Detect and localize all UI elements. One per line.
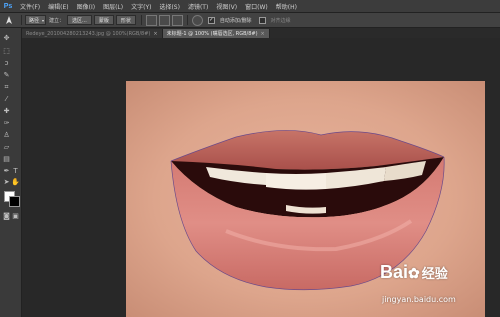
- quick-select-icon[interactable]: ✎: [2, 71, 11, 80]
- document-tabs: Redeye_201004280213243.jpg @ 100%(RGB/8#…: [22, 28, 500, 38]
- eraser-icon[interactable]: ▱: [2, 143, 11, 152]
- menu-edit[interactable]: 编辑(E): [44, 2, 72, 11]
- gradient-icon[interactable]: ▤: [2, 155, 11, 164]
- create-label: 建立：: [49, 17, 65, 24]
- menu-image[interactable]: 图像(I): [73, 2, 99, 11]
- background-color-swatch[interactable]: [9, 196, 20, 207]
- mask-button[interactable]: 蒙版: [93, 15, 114, 25]
- pen-tool-icon[interactable]: ✒: [2, 167, 11, 176]
- gear-icon[interactable]: [191, 14, 203, 26]
- marquee-icon[interactable]: ⬚: [2, 47, 11, 56]
- path-select-icon[interactable]: ➤: [2, 178, 11, 187]
- move-icon[interactable]: ✥: [2, 34, 11, 43]
- brush-icon[interactable]: ✑: [2, 119, 11, 128]
- options-bar: 路径 建立： 选区... 蒙版 形状 ✓ 自动添加/删除 对齐边缘: [0, 13, 500, 28]
- menu-help[interactable]: 帮助(H): [272, 2, 301, 11]
- pen-icon[interactable]: [0, 13, 18, 27]
- tab-redeye[interactable]: Redeye_201004280213243.jpg @ 100%(RGB/8#…: [22, 29, 163, 38]
- menu-window[interactable]: 窗口(W): [241, 2, 272, 11]
- menu-view[interactable]: 视图(V): [212, 2, 241, 11]
- align-edges-label: 对齐边缘: [270, 17, 291, 24]
- menu-bar: Ps 文件(F) 编辑(E) 图像(I) 图层(L) 文字(Y) 选择(S) 滤…: [0, 0, 500, 13]
- path-mode-select[interactable]: 路径: [25, 15, 47, 25]
- healing-brush-icon[interactable]: ✚: [2, 107, 11, 116]
- menu-filter[interactable]: 滤镜(T): [184, 2, 212, 11]
- tab-untitled[interactable]: 未标题-1 @ 100% (嘴唇选区, RGB/8#) ×: [162, 29, 270, 38]
- type-icon[interactable]: T: [11, 167, 20, 176]
- auto-add-delete-checkbox[interactable]: ✓: [207, 16, 215, 24]
- hand-icon[interactable]: ✋: [11, 178, 20, 187]
- tools-panel: ✥ ⬚ ↄ ✎ ⌗ ⁄ ✚ ✑ ♙ ▱ ▤ ✒ T ➤ ✋ ◙ ▣: [0, 28, 22, 317]
- separator: [186, 15, 188, 25]
- eyedropper-icon[interactable]: ⁄: [2, 95, 11, 104]
- screen-mode-icon[interactable]: ▣: [11, 212, 20, 221]
- tab-label: 未标题-1 @ 100% (嘴唇选区, RGB/8#): [166, 31, 258, 37]
- separator: [140, 15, 142, 25]
- path-alignment-icon[interactable]: [158, 14, 170, 26]
- baidu-logo-text: Bai: [380, 262, 409, 282]
- clone-stamp-icon[interactable]: ♙: [2, 131, 11, 140]
- menu-type[interactable]: 文字(Y): [127, 2, 155, 11]
- quick-mask-icon[interactable]: ◙: [2, 212, 11, 221]
- separator: [21, 15, 22, 25]
- align-edges-checkbox[interactable]: [258, 16, 266, 24]
- baidu-jingyan-watermark: Bai✿ 经验 jingyan.baidu.com: [380, 262, 498, 314]
- close-icon[interactable]: ×: [153, 31, 157, 37]
- baidu-logo: Bai✿ 经验: [380, 262, 448, 283]
- close-icon[interactable]: ×: [261, 31, 265, 37]
- photoshop-logo: Ps: [3, 2, 13, 10]
- shape-button[interactable]: 形状: [115, 15, 136, 25]
- paw-icon: ✿: [408, 265, 420, 281]
- watermark-url: jingyan.baidu.com: [382, 295, 456, 304]
- menu-file[interactable]: 文件(F): [16, 2, 44, 11]
- crop-icon[interactable]: ⌗: [2, 83, 11, 92]
- auto-add-delete-label: 自动添加/删除: [219, 17, 252, 24]
- menu-select[interactable]: 选择(S): [155, 2, 184, 11]
- tab-label: Redeye_201004280213243.jpg @ 100%(RGB/8#…: [26, 30, 151, 37]
- selection-button[interactable]: 选区...: [67, 15, 92, 25]
- menu-layer[interactable]: 图层(L): [99, 2, 127, 11]
- path-operations-icon[interactable]: [145, 14, 157, 26]
- path-arrangement-icon[interactable]: [171, 14, 183, 26]
- baidu-logo-suffix: 经验: [421, 266, 448, 281]
- lasso-icon[interactable]: ↄ: [2, 59, 11, 68]
